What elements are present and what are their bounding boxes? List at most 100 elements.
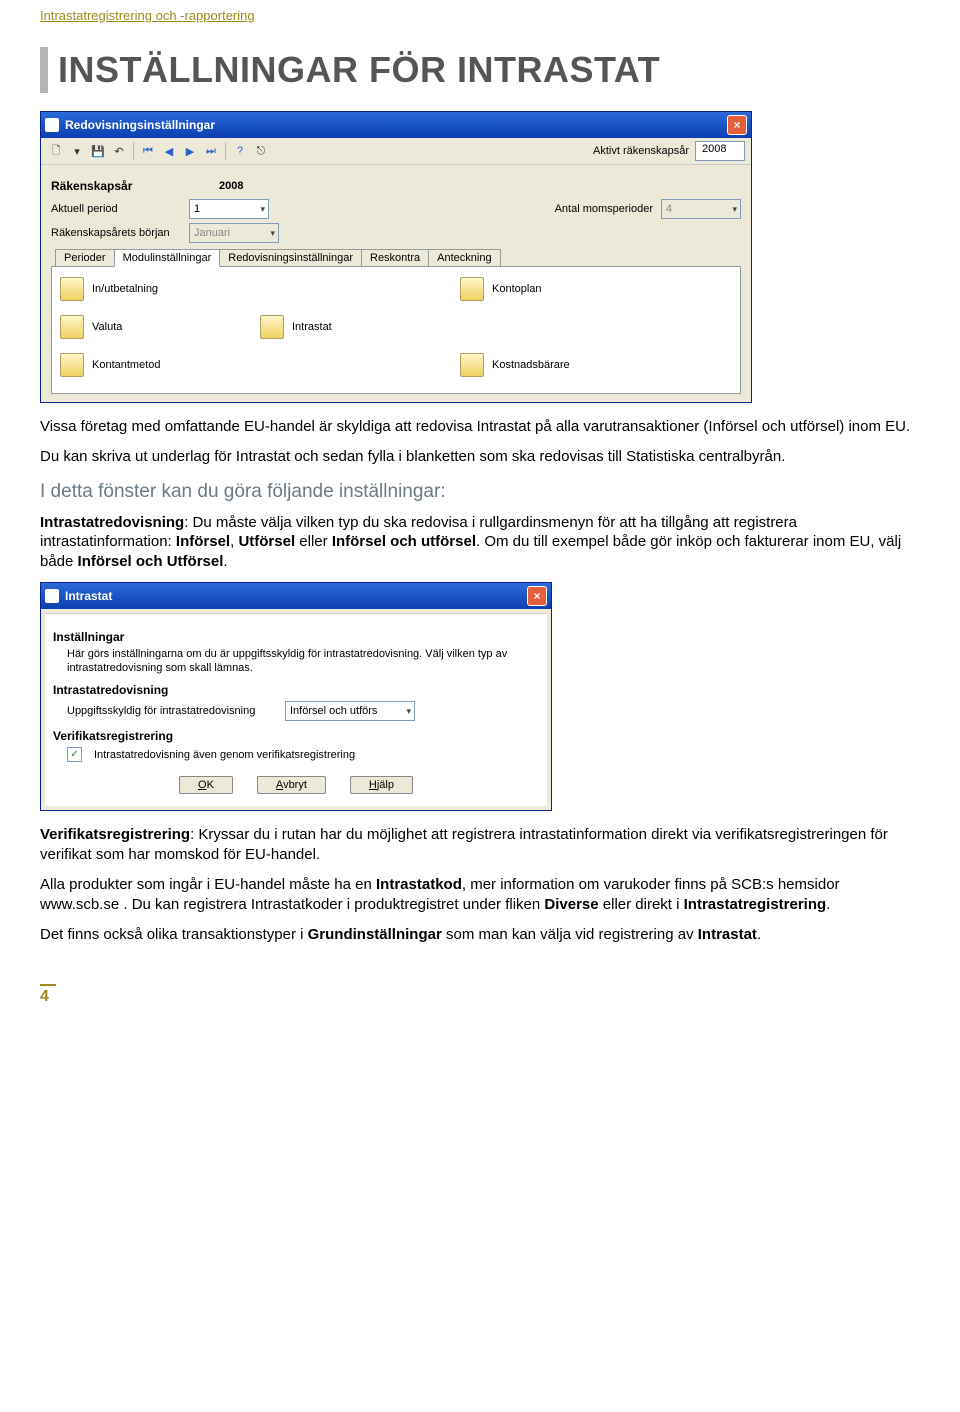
bold-text: Införsel och Utförsel: [78, 553, 224, 570]
button-row: OK Avbryt Hjälp: [53, 766, 539, 798]
aktuell-label: Aktuell period: [51, 203, 181, 215]
tab-anteckning[interactable]: Anteckning: [428, 249, 500, 266]
bold-text: Grundinställningar: [308, 926, 442, 943]
tabs: Perioder Modulinställningar Redovisnings…: [51, 249, 741, 267]
app-icon: [45, 589, 59, 603]
btn-text: K: [207, 779, 214, 791]
uppgift-combo[interactable]: Införsel och utförs: [285, 701, 415, 721]
tab-body: In/utbetalning Kontoplan Valuta Intrasta…: [51, 267, 741, 394]
tab-perioder[interactable]: Perioder: [55, 249, 115, 266]
titlebar: Redovisningsinställningar ×: [41, 112, 751, 138]
item-label: Kontantmetod: [92, 359, 161, 371]
breadcrumb-link[interactable]: Intrastatregistrering och -rapportering: [40, 8, 920, 23]
item-kontantmetod[interactable]: Kontantmetod: [60, 353, 260, 377]
item-kostnadsbarare[interactable]: Kostnadsbärare: [460, 353, 660, 377]
paragraph-3: Intrastatredovisning: Du måste välja vil…: [40, 513, 920, 572]
close-icon[interactable]: ×: [727, 115, 747, 135]
moms-combo: 4: [661, 199, 741, 219]
avbryt-button[interactable]: Avbryt: [257, 776, 326, 794]
bold-text: Intrastatredovisning: [40, 514, 184, 531]
help-icon[interactable]: ?: [231, 142, 249, 160]
item-inutbetalning[interactable]: In/utbetalning: [60, 277, 260, 301]
titlebar: Intrastat ×: [41, 583, 551, 609]
bold-text: Intrastatkod: [376, 876, 462, 893]
page-number: 4: [40, 984, 56, 1006]
prev-icon[interactable]: ◀: [160, 142, 178, 160]
uppgift-value: Införsel och utförs: [290, 705, 377, 717]
item-label: Kontoplan: [492, 283, 542, 295]
window-intrastat: Intrastat × Inställningar Här görs instä…: [40, 582, 552, 812]
bold-text: Införsel och utförsel: [332, 533, 476, 550]
aktuell-value: 1: [194, 203, 200, 215]
window-title: Redovisningsinställningar: [65, 118, 215, 132]
text: eller: [295, 533, 332, 550]
tab-redovisningsinstallningar[interactable]: Redovisningsinställningar: [219, 249, 362, 266]
bold-text: Införsel: [176, 533, 230, 550]
save-icon[interactable]: 💾: [89, 142, 107, 160]
plan-icon: [460, 277, 484, 301]
item-kontoplan[interactable]: Kontoplan: [460, 277, 660, 301]
undo-icon[interactable]: ↶: [110, 142, 128, 160]
app-icon: [45, 118, 59, 132]
dialog-body: Inställningar Här görs inställningarna o…: [45, 613, 547, 807]
toolbar: 🗋 ▾ 💾 ↶ ⏮ ◀ ▶ ⏭ ? ⎋ Aktivt räkenskapsår …: [41, 138, 751, 165]
year-value: 2008: [219, 180, 243, 192]
bold-text: Diverse: [544, 896, 598, 913]
form-area: Räkenskapsår 2008 Aktuell period 1 Antal…: [41, 165, 751, 402]
window-redovisning: Redovisningsinställningar × 🗋 ▾ 💾 ↶ ⏮ ◀ …: [40, 111, 752, 403]
ok-button[interactable]: OK: [179, 776, 233, 794]
aktivt-label: Aktivt räkenskapsår: [593, 145, 689, 157]
text: .: [223, 553, 227, 570]
verif-checkbox[interactable]: ✓: [67, 747, 82, 762]
section-installningar: Inställningar: [53, 630, 539, 644]
new-icon[interactable]: 🗋: [47, 142, 65, 160]
last-icon[interactable]: ⏭: [202, 142, 220, 160]
item-valuta[interactable]: Valuta: [60, 315, 260, 339]
tab-modulinstallningar[interactable]: Modulinställningar: [114, 249, 221, 267]
item-intrastat[interactable]: Intrastat: [260, 315, 460, 339]
section-verifikatsregistrering: Verifikatsregistrering: [53, 729, 539, 743]
paragraph-1: Vissa företag med omfattande EU-handel ä…: [40, 417, 920, 437]
section-rakenskapsar: Räkenskapsår: [51, 177, 211, 195]
aktivt-value: 2008: [695, 141, 745, 161]
item-label: Intrastat: [292, 321, 332, 333]
item-label: In/utbetalning: [92, 283, 158, 295]
exit-icon[interactable]: ⎋: [252, 142, 270, 160]
page-title: INSTÄLLNINGAR FÖR INTRASTAT: [40, 47, 920, 93]
text: .: [826, 896, 830, 913]
paragraph-5: Alla produkter som ingår i EU-handel mås…: [40, 875, 920, 915]
bold-text: Intrastatregistrering: [684, 896, 827, 913]
cash-icon: [60, 353, 84, 377]
separator: [225, 142, 226, 160]
section-intrastatredovisning: Intrastatredovisning: [53, 683, 539, 697]
currency-icon: [60, 315, 84, 339]
intrastat-icon: [260, 315, 284, 339]
separator: [133, 142, 134, 160]
borjan-value: Januari: [194, 227, 230, 239]
text: eller direkt i: [599, 896, 684, 913]
next-icon[interactable]: ▶: [181, 142, 199, 160]
dropdown-new-icon[interactable]: ▾: [68, 142, 86, 160]
aktuell-combo[interactable]: 1: [189, 199, 269, 219]
verif-label: Intrastatredovisning även genom verifika…: [94, 749, 355, 761]
borjan-label: Räkenskapsårets början: [51, 227, 181, 239]
hjalp-button[interactable]: Hjälp: [350, 776, 413, 794]
tab-reskontra[interactable]: Reskontra: [361, 249, 429, 266]
btn-text: jälp: [377, 779, 394, 791]
text: Alla produkter som ingår i EU-handel mås…: [40, 876, 376, 893]
bold-text: Intrastat: [698, 926, 757, 943]
uppgift-label: Uppgiftsskyldig för intrastatredovisning: [67, 705, 277, 717]
text: .: [757, 926, 761, 943]
moms-label: Antal momsperioder: [555, 203, 653, 215]
btn-text: vbryt: [283, 779, 307, 791]
money-icon: [60, 277, 84, 301]
paragraph-2: Du kan skriva ut underlag för Intrastat …: [40, 447, 920, 467]
bold-text: Utförsel: [238, 533, 295, 550]
intro-text: Här görs inställningarna om du är uppgif…: [53, 648, 539, 676]
close-icon[interactable]: ×: [527, 586, 547, 606]
item-label: Kostnadsbärare: [492, 359, 570, 371]
bold-text: Verifikatsregistrering: [40, 826, 190, 843]
sub-heading: I detta fönster kan du göra följande ins…: [40, 481, 920, 503]
first-icon[interactable]: ⏮: [139, 142, 157, 160]
moms-value: 4: [666, 203, 672, 215]
